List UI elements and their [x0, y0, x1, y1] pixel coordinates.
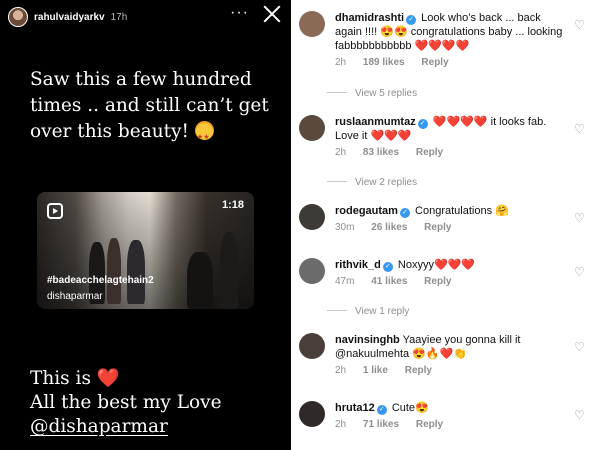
story-timestamp: 17h	[110, 11, 128, 23]
view-replies-button[interactable]: View 5 replies	[327, 88, 417, 99]
verified-badge-icon: ✓	[399, 208, 410, 218]
comment-likes[interactable]: 1 like	[363, 365, 388, 376]
comment-username[interactable]: rodegautam	[335, 205, 398, 217]
reply-button[interactable]: Reply	[421, 57, 448, 68]
comment-time: 2h	[335, 57, 347, 68]
close-icon[interactable]	[261, 2, 283, 24]
story-bottom-line1: This is	[30, 368, 91, 389]
comment-message: Cute😍	[391, 402, 429, 414]
heart-outline-icon[interactable]: ♡	[574, 341, 586, 353]
avatar[interactable]	[299, 333, 325, 359]
comment-likes[interactable]: 83 likes	[363, 147, 399, 158]
avatar[interactable]	[299, 11, 325, 37]
comment-text: navinsinghb Yaayiee you gonna kill it @n…	[335, 333, 569, 361]
comment-text: rodegautam ✓ Congratulations 🤗	[335, 204, 569, 218]
comments-panel: dhamidrashti ✓ Look who’s back ... back a…	[291, 0, 600, 450]
reply-button[interactable]: Reply	[416, 147, 443, 158]
comment-time: 2h	[335, 365, 347, 376]
star-struck-emoji-icon	[194, 121, 214, 150]
comment-text: rithvik_d ✓ Noxyyy❤️❤️❤️	[335, 258, 569, 272]
comment-meta: 30m 26 likes Reply	[335, 222, 569, 233]
reels-icon	[47, 203, 63, 219]
heart-emoji-icon: ❤️❤️❤️	[370, 130, 412, 142]
story-caption-text: Saw this a few hundred times .. and stil…	[30, 69, 269, 142]
reel-author[interactable]: dishaparmar	[47, 291, 103, 302]
comment-meta: 2h 71 likes Reply	[335, 419, 569, 430]
verified-badge-icon: ✓	[406, 15, 417, 25]
reel-thumbnail-person	[187, 252, 213, 309]
story-username[interactable]: rahulvaidyarkv	[34, 12, 105, 23]
heart-outline-icon[interactable]: ♡	[574, 123, 586, 135]
reply-button[interactable]: Reply	[416, 419, 443, 430]
comment-username[interactable]: navinsinghb	[335, 334, 400, 346]
comment-time: 2h	[335, 147, 347, 158]
reel-thumbnail-person	[220, 232, 238, 309]
comment-time: 47m	[335, 276, 355, 287]
reel-duration: 1:18	[221, 199, 244, 211]
reel-thumbnail-person	[127, 240, 145, 304]
comment-item: rodegautam ✓ Congratulations 🤗 30m 26 lik…	[299, 204, 569, 233]
comment-time: 2h	[335, 419, 347, 430]
avatar[interactable]	[299, 258, 325, 284]
avatar[interactable]	[299, 204, 325, 230]
comment-username[interactable]: dhamidrashti	[335, 12, 404, 24]
comment-mention[interactable]: @nakuulmehta	[335, 348, 409, 360]
comment-message: Noxyyy	[397, 259, 434, 271]
heart-emoji-icon: ❤️❤️❤️❤️	[432, 116, 488, 128]
more-horizontal-icon[interactable]: ···	[230, 4, 249, 22]
reel-thumbnail-person	[107, 238, 121, 304]
shared-reel-card[interactable]: 1:18 #badeacchelagtehain2 dishaparmar	[37, 192, 254, 309]
comment-text: dhamidrashti ✓ Look who’s back ... back a…	[335, 11, 569, 53]
heart-emoji-icon: ❤️❤️❤️	[433, 259, 476, 271]
story-caption: Saw this a few hundred times .. and stil…	[30, 67, 285, 150]
heart-emoji-icon: ❤️	[96, 368, 120, 389]
heart-outline-icon[interactable]: ♡	[574, 266, 586, 278]
comment-item: dhamidrashti ✓ Look who’s back ... back a…	[299, 11, 569, 68]
comment-username[interactable]: ruslaanmumtaz	[335, 116, 416, 128]
story-mention[interactable]: @dishaparmar	[30, 415, 285, 439]
comment-text: hruta12 ✓ Cute😍	[335, 401, 569, 415]
verified-badge-icon: ✓	[417, 119, 428, 129]
comment-item: rithvik_d ✓ Noxyyy❤️❤️❤️ 47m 41 likes Rep…	[299, 258, 569, 287]
avatar[interactable]	[299, 115, 325, 141]
comment-item: hruta12 ✓ Cute😍 2h 71 likes Reply	[299, 401, 569, 430]
avatar[interactable]	[8, 7, 28, 27]
heart-outline-icon[interactable]: ♡	[574, 19, 586, 31]
verified-badge-icon: ✓	[382, 262, 393, 272]
story-bottom-line2: All the best my Love	[30, 392, 222, 413]
story-bottom-text: This is ❤️ All the best my Love @dishapa…	[30, 367, 285, 439]
comment-likes[interactable]: 189 likes	[363, 57, 405, 68]
comment-message: Congratulations 🤗	[415, 205, 509, 217]
comment-meta: 2h 1 like Reply	[335, 365, 569, 376]
reply-button[interactable]: Reply	[405, 365, 432, 376]
comment-meta: 2h 189 likes Reply	[335, 57, 569, 68]
comment-item: navinsinghb Yaayiee you gonna kill it @n…	[299, 333, 569, 376]
story-header: rahulvaidyarkv 17h ···	[8, 4, 283, 28]
reel-hashtag[interactable]: #badeacchelagtehain2	[47, 275, 154, 286]
emoji-group-icon: 😍🔥❤️👏	[412, 348, 468, 360]
comment-message: Yaayiee you gonna kill it	[402, 334, 521, 346]
heart-emoji-icon: ❤️❤️❤️❤️	[414, 40, 470, 52]
verified-badge-icon: ✓	[376, 405, 387, 415]
reply-button[interactable]: Reply	[424, 276, 451, 287]
comment-item: ruslaanmumtaz ✓ ❤️❤️❤️❤️ it looks fab. Lo…	[299, 115, 569, 158]
heart-outline-icon[interactable]: ♡	[574, 212, 586, 224]
comment-text: ruslaanmumtaz ✓ ❤️❤️❤️❤️ it looks fab. Lo…	[335, 115, 569, 143]
reply-button[interactable]: Reply	[424, 222, 451, 233]
avatar[interactable]	[299, 401, 325, 427]
story-panel: rahulvaidyarkv 17h ··· Saw this a few hu…	[0, 0, 291, 450]
comment-likes[interactable]: 41 likes	[371, 276, 407, 287]
view-replies-button[interactable]: View 1 reply	[327, 306, 409, 317]
comment-meta: 47m 41 likes Reply	[335, 276, 569, 287]
comment-username[interactable]: rithvik_d	[335, 259, 381, 271]
comment-username[interactable]: hruta12	[335, 402, 375, 414]
heart-outline-icon[interactable]: ♡	[574, 409, 586, 421]
comment-likes[interactable]: 26 likes	[371, 222, 407, 233]
comment-time: 30m	[335, 222, 355, 233]
comment-meta: 2h 83 likes Reply	[335, 147, 569, 158]
comment-likes[interactable]: 71 likes	[363, 419, 399, 430]
view-replies-button[interactable]: View 2 replies	[327, 177, 417, 188]
